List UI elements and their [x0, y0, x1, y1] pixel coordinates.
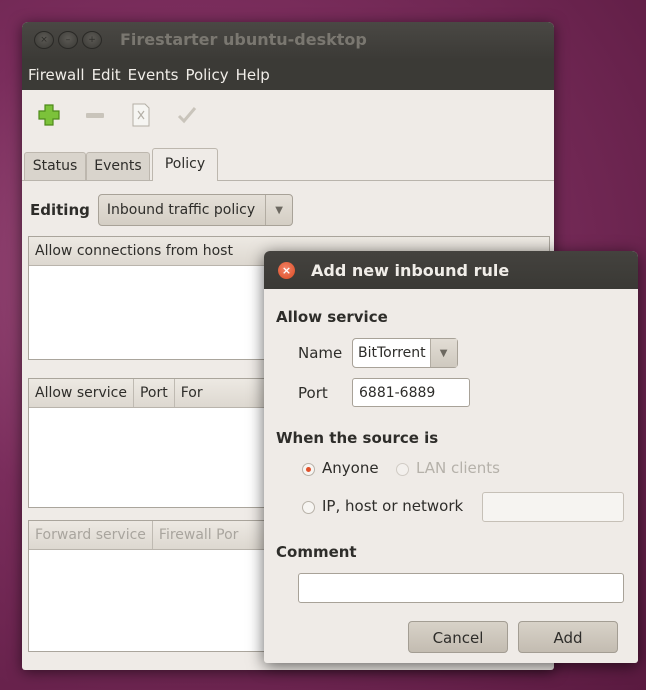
lan-clients-label: LAN clients: [416, 459, 500, 477]
editing-row: Editing Inbound traffic policy ▼: [30, 194, 294, 226]
menu-edit[interactable]: Edit: [90, 66, 126, 84]
radio-lan-clients: [396, 463, 409, 476]
plus-icon: [38, 104, 60, 126]
add-button[interactable]: Add: [518, 621, 618, 653]
dialog-close-icon[interactable]: ×: [278, 261, 295, 279]
policy-select-value: Inbound traffic policy: [106, 202, 256, 218]
tab-bar: Status Events Policy: [22, 146, 554, 181]
minimize-window-icon[interactable]: –: [58, 31, 78, 49]
cancel-button[interactable]: Cancel: [408, 621, 508, 653]
port-label: Port: [298, 384, 328, 402]
policy-select[interactable]: Inbound traffic policy ▼: [97, 194, 294, 226]
dropdown-arrow-icon: ▼: [265, 195, 292, 225]
apply-policy-button[interactable]: [174, 102, 200, 128]
tab-policy[interactable]: Policy: [152, 148, 218, 181]
minus-icon: [86, 113, 104, 118]
radio-ip-host-network[interactable]: [302, 501, 315, 514]
radio-anyone[interactable]: [302, 463, 315, 476]
dialog-title: Add new inbound rule: [311, 260, 510, 280]
column-allow-service[interactable]: Allow service: [29, 379, 134, 407]
allow-service-heading: Allow service: [276, 308, 388, 326]
toolbar: [22, 90, 554, 140]
menu-bar: Firewall Edit Events Policy Help: [22, 60, 554, 90]
column-port[interactable]: Port: [134, 379, 175, 407]
service-name-select[interactable]: BitTorrent ▼: [352, 338, 458, 368]
ip-host-network-input[interactable]: [482, 492, 624, 522]
dropdown-arrow-icon: ▼: [429, 339, 457, 367]
add-rule-button[interactable]: [36, 102, 62, 128]
window-title: Firestarter ubuntu-desktop: [120, 30, 367, 49]
window-controls: × – +: [34, 31, 102, 49]
column-allow-host[interactable]: Allow connections from host: [29, 237, 239, 265]
menu-policy[interactable]: Policy: [183, 66, 233, 84]
remove-rule-button[interactable]: [82, 102, 108, 128]
anyone-label[interactable]: Anyone: [322, 459, 379, 477]
column-for[interactable]: For: [175, 379, 209, 407]
port-input[interactable]: [352, 378, 470, 407]
menu-firewall[interactable]: Firewall: [26, 66, 90, 84]
menu-help[interactable]: Help: [234, 66, 275, 84]
edit-rule-button[interactable]: [128, 102, 154, 128]
close-window-icon[interactable]: ×: [34, 31, 54, 49]
source-heading: When the source is: [276, 429, 439, 447]
column-firewall-port: Firewall Por: [158, 527, 239, 543]
name-label: Name: [298, 344, 343, 362]
document-icon: [132, 103, 150, 127]
editing-label: Editing: [30, 201, 90, 219]
dialog-titlebar[interactable]: × Add new inbound rule: [264, 251, 638, 289]
tab-status[interactable]: Status: [24, 152, 86, 180]
service-name-value: BitTorrent: [358, 345, 426, 361]
maximize-window-icon[interactable]: +: [82, 31, 102, 49]
column-forward-service: Forward service: [29, 521, 153, 549]
comment-heading: Comment: [276, 543, 357, 561]
window-titlebar[interactable]: × – + Firestarter ubuntu-desktop: [22, 22, 554, 60]
ip-host-network-label[interactable]: IP, host or network: [322, 497, 463, 515]
checkmark-icon: [177, 107, 197, 124]
menu-events[interactable]: Events: [126, 66, 184, 84]
tab-events[interactable]: Events: [86, 152, 150, 180]
add-inbound-rule-dialog: × Add new inbound rule Allow service Nam…: [264, 251, 638, 663]
comment-input[interactable]: [298, 573, 624, 603]
